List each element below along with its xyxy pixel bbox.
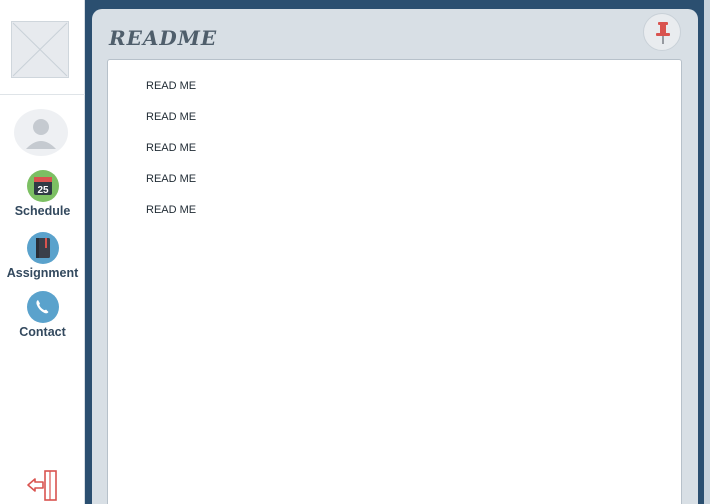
list-item[interactable]: READ ME (146, 202, 196, 233)
readme-list: READ ME READ ME READ ME READ ME READ ME (146, 78, 196, 233)
app-root: 25 Schedule Assignment Contact README RE… (0, 0, 710, 504)
sidebar-item-assignment[interactable]: Assignment (0, 232, 85, 280)
pushpin-icon (656, 22, 670, 44)
page-title: README (109, 26, 218, 50)
readme-content: READ ME READ ME READ ME READ ME READ ME (107, 59, 682, 504)
list-item[interactable]: READ ME (146, 78, 196, 109)
sidebar-item-contact[interactable]: Contact (0, 291, 85, 339)
phone-icon (26, 291, 59, 323)
readme-panel: README READ ME READ ME READ ME READ ME R… (92, 9, 698, 504)
list-item[interactable]: READ ME (146, 109, 196, 140)
sidebar-item-schedule[interactable]: 25 Schedule (0, 170, 85, 218)
sidebar-item-label: Contact (19, 325, 66, 339)
sidebar-divider (0, 94, 85, 95)
calendar-icon: 25 (26, 170, 59, 202)
list-item[interactable]: READ ME (146, 140, 196, 171)
scrollbar[interactable] (704, 0, 710, 504)
image-placeholder-icon (11, 21, 69, 78)
sidebar-item-label: Schedule (14, 204, 71, 218)
sidebar-item-label: Assignment (6, 266, 79, 280)
sidebar: 25 Schedule Assignment Contact (0, 0, 85, 504)
notebook-icon (26, 232, 59, 264)
pin-button[interactable] (643, 13, 681, 51)
user-avatar-icon[interactable] (14, 109, 68, 156)
logout-icon[interactable] (24, 469, 58, 502)
calendar-day-text: 25 (37, 185, 49, 196)
list-item[interactable]: READ ME (146, 171, 196, 202)
